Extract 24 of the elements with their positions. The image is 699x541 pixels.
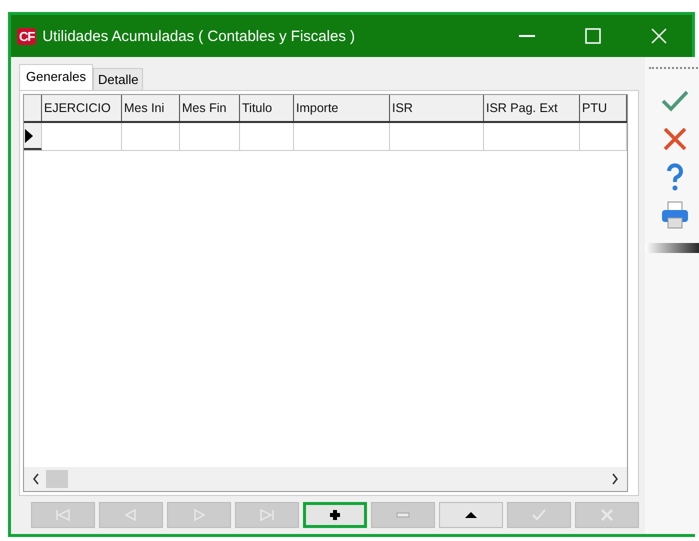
scroll-right-icon[interactable] <box>611 473 619 485</box>
column-header[interactable]: Mes Fin <box>180 95 240 121</box>
horizontal-scrollbar[interactable] <box>24 467 627 491</box>
column-header[interactable]: Importe <box>294 95 390 121</box>
scroll-left-icon[interactable] <box>32 473 40 485</box>
printer-icon[interactable] <box>659 199 691 231</box>
toolbar-handle[interactable] <box>645 243 699 253</box>
column-header[interactable]: ISR <box>390 95 484 121</box>
column-header[interactable]: Titulo <box>240 95 294 121</box>
maximize-icon <box>585 28 601 44</box>
close-icon <box>651 28 667 44</box>
insert-button[interactable] <box>303 502 367 528</box>
column-header[interactable]: Mes Ini <box>122 95 180 121</box>
scroll-thumb[interactable] <box>46 470 68 488</box>
tab[interactable]: Detalle <box>92 68 144 90</box>
window-title: Utilidades Acumuladas ( Contables y Fiscales ) <box>42 28 356 44</box>
column-header[interactable]: EJERCICIO <box>42 95 122 121</box>
column-header[interactable]: PTU <box>580 95 627 121</box>
minimize-icon <box>519 35 535 37</box>
current-row-icon <box>24 128 34 142</box>
column-header[interactable]: ISR Pag. Ext <box>484 95 580 121</box>
edit-button[interactable] <box>439 502 503 528</box>
tab[interactable]: Generales <box>19 64 93 90</box>
app-logo: CF <box>17 28 36 44</box>
